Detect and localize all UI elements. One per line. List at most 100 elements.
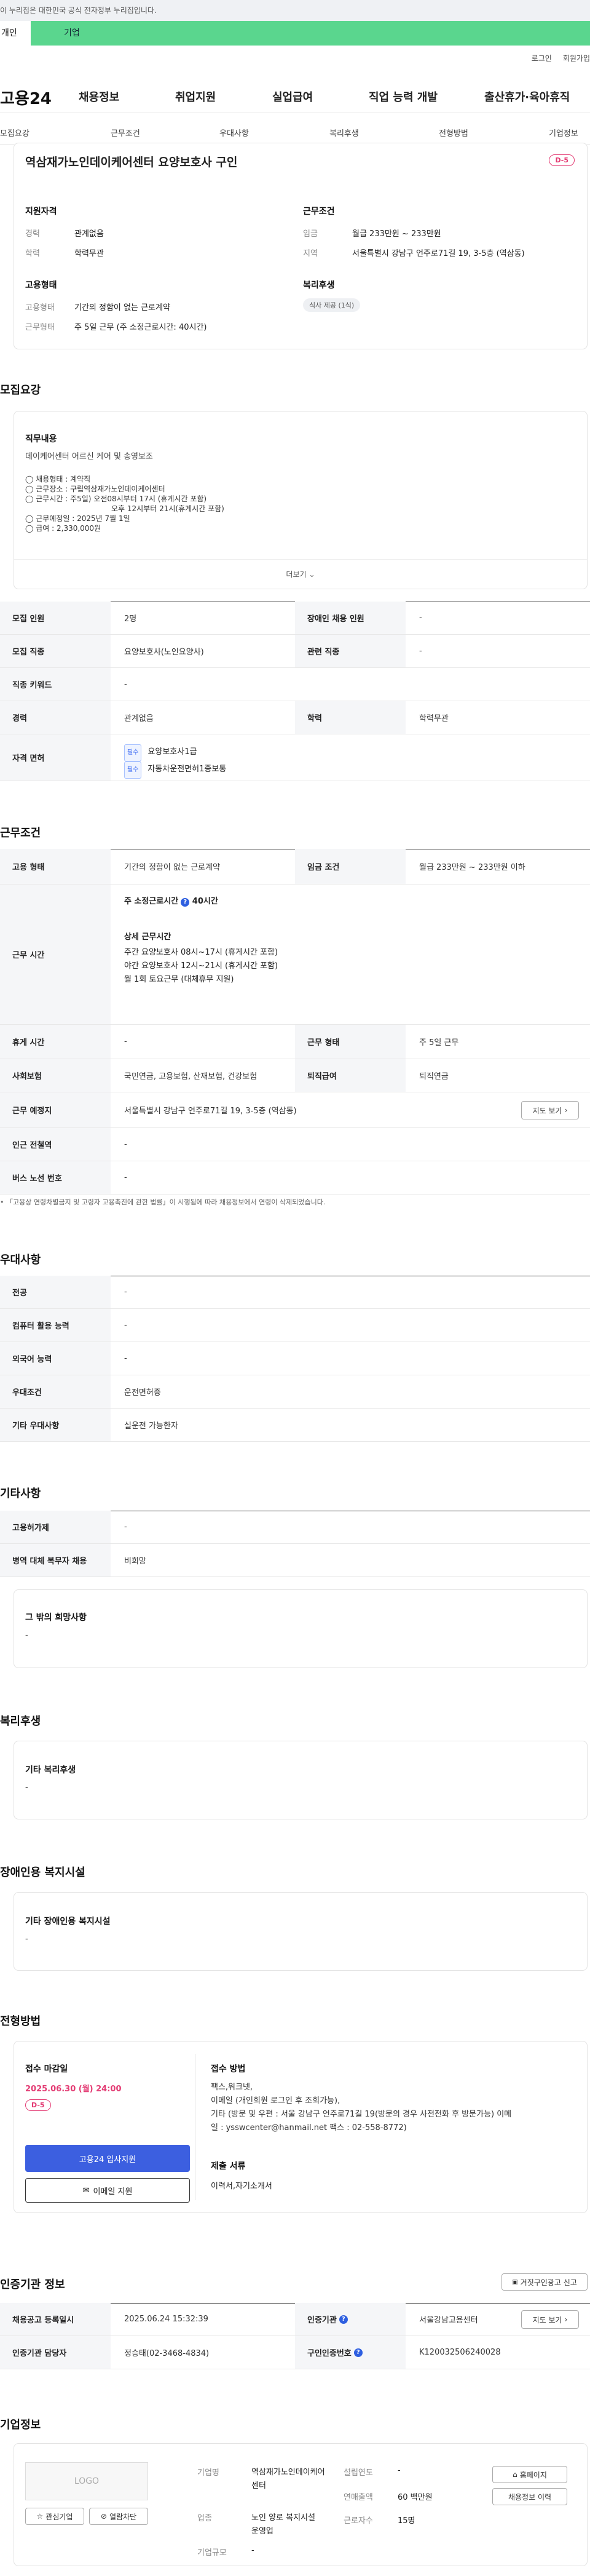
company-name-value: 역삼재가노인데이케어센터 [251, 2468, 325, 2491]
bus-label: 버스 노선 번호 [0, 1161, 111, 1194]
email-apply-label: 이메일 지원 [93, 2187, 133, 2196]
map-label: 지도 보기 [532, 1106, 562, 1115]
anchor-benefit[interactable]: 복리후생 [329, 127, 359, 138]
etc-row-army: 병역 대체 복무자 채용 비희망 [0, 1544, 590, 1577]
mgr-label: 인증기관 담당자 [0, 2336, 111, 2369]
map-button[interactable]: 지도 보기 › [521, 1101, 579, 1119]
login-link[interactable]: 로그인 [532, 54, 552, 63]
cert-no-label: 구인인증번호? [295, 2336, 406, 2369]
ins-value: 국민연금, 고용보험, 산재보험, 건강보험 [124, 1072, 258, 1081]
method-heading: 접수 방법 [211, 2064, 246, 2074]
mgr-value: 정승태(02-3468-4834) [124, 2349, 210, 2358]
auth-map-button[interactable]: 지도 보기 › [521, 2310, 579, 2329]
sales-label: 연매출액 [344, 2493, 373, 2502]
email-apply-button[interactable]: ✉ 이메일 지원 [25, 2178, 190, 2203]
job-label: 모집 직종 [0, 635, 111, 667]
chevron-right-icon: › [564, 1106, 568, 1115]
anchor-selection[interactable]: 전형방법 [439, 127, 468, 138]
docs-value: 이력서,자기소개서 [211, 2182, 272, 2191]
tab-company[interactable]: 기업 [64, 21, 80, 46]
apply-button[interactable]: 고용24 입사지원 [25, 2145, 190, 2172]
job-history-button[interactable]: 채용정보 이력 [492, 2488, 567, 2505]
emp-type-value: 기간의 정함이 없는 근로계약 [74, 303, 170, 312]
scale-label: 기업규모 [197, 2548, 227, 2558]
year-label: 설립연도 [344, 2468, 373, 2478]
gnb-menu-parental[interactable]: 출산휴가·육아휴직 [484, 89, 570, 105]
selection-divider [195, 2054, 196, 2200]
major-value: - [124, 1287, 127, 1297]
company-card: LOGO ☆ 관심기업 ⊘ 열람차단 기업명 역삼재가노인데이케어센터 설립연도 -… [14, 2443, 588, 2566]
method-line: 기타 (방문 및 우편 : 서울 강남구 언주로71길 19(방문의 경우 사전… [211, 2110, 512, 2119]
etc-row-permit: 고용허가제 - [0, 1511, 590, 1544]
gnb-menu-training[interactable]: 직업 능력 개발 [369, 89, 438, 105]
util-links: 로그인 회원가입 [521, 53, 590, 63]
bus-value: - [124, 1173, 127, 1182]
dday-badge: D-5 [549, 154, 575, 166]
homepage-button[interactable]: ⌂ 홈페이지 [492, 2466, 567, 2483]
gnb-menu-employment-support[interactable]: 취업지원 [175, 89, 216, 105]
site-logo[interactable]: 고용24 [0, 86, 52, 109]
user-tabs: 개인 기업 [0, 21, 590, 46]
loc-label: 지역 [303, 249, 318, 258]
method-line: 일 : ysswcenter@hanmail.net 팩스 : 02-558-8… [211, 2123, 407, 2133]
global-nav: 고용24 채용정보 취업지원 실업급여 직업 능력 개발 출산휴가·육아휴직 [0, 79, 590, 113]
detail-line: 월 1회 토요근무 (대체휴무 지원) [124, 975, 234, 984]
sev-value: 퇴직연금 [419, 1072, 449, 1081]
summary-card: 역삼재가노인데이케어센터 요양보호사 구인 D-5 지원자격 경력 관계없음 학… [14, 143, 588, 349]
other-card: 그 밖의 희망사항 - [14, 1589, 588, 1668]
reg-label: 채용공고 등록일시 [0, 2303, 111, 2335]
fav-company-button[interactable]: ☆ 관심기업 [25, 2508, 84, 2525]
edu-label: 학력 [295, 701, 406, 734]
emp-hours-label: 근무형태 [25, 323, 55, 332]
block-button[interactable]: ⊘ 열람차단 [89, 2508, 148, 2525]
recruit-row-count: 모집 인원 2명 장애인 채용 인원 - [0, 602, 590, 635]
pref-row-etc: 기타 우대사항 실운전 가능한자 [0, 1409, 590, 1442]
tab-personal[interactable]: 개인 [0, 21, 31, 46]
selection-dday-badge: D-5 [25, 2099, 51, 2111]
report-label: 거짓구인광고 신고 [520, 2278, 577, 2287]
duty-desc: 데이케어센터 어르신 케어 및 송영보조 [25, 452, 153, 461]
company-heading: 기업정보 [0, 2419, 41, 2431]
weekly-value: 40시간 [192, 897, 218, 906]
loc-value: 서울특별시 강남구 언주로71길 19, 3-5층 (역삼동) [352, 249, 525, 258]
anchor-work[interactable]: 근무조건 [111, 127, 140, 138]
job-title: 역삼재가노인데이케어센터 요양보호사 구인 [25, 156, 238, 169]
required-badge: 필수 [124, 744, 142, 761]
help-icon[interactable]: ? [339, 2315, 348, 2324]
docs-heading: 제출 서류 [211, 2161, 246, 2171]
pref-etc-value: 실운전 가능한자 [124, 1421, 178, 1431]
age-note-text: 「고용상 연령차별금지 및 고령자 고용촉진에 관한 법률」이 시행됨에 따라 … [6, 1198, 326, 1206]
block-label: 열람차단 [109, 2512, 137, 2521]
lang-label: 외국어 능력 [0, 1342, 111, 1375]
year-value: - [398, 2466, 401, 2475]
anchor-company[interactable]: 기업정보 [549, 127, 578, 138]
benefit-value: - [25, 1783, 28, 1792]
more-button[interactable]: 더보기 ⌄ [14, 559, 587, 589]
report-button[interactable]: ▣ 거짓구인광고 신고 [502, 2273, 588, 2291]
fav-label: 관심기업 [45, 2512, 73, 2521]
anchor-pref[interactable]: 우대사항 [219, 127, 249, 138]
weekly-hours: 주 소정근로시간? 40시간 [124, 894, 218, 907]
emp-count-label: 근로자수 [344, 2516, 373, 2526]
anchor-recruit[interactable]: 모집요강 [0, 127, 30, 138]
help-icon[interactable]: ? [353, 2348, 363, 2357]
other-heading: 그 밖의 희망사항 [25, 1613, 87, 1623]
disabled-fac-card: 기타 장애인용 복지시설 - [14, 1892, 588, 1971]
age-note: • 「고용상 연령차별금지 및 고령자 고용촉진에 관한 법률」이 시행됨에 따… [0, 1198, 326, 1206]
station-label: 인근 전철역 [0, 1128, 111, 1161]
welfare-heading: 복리후생 [303, 280, 335, 290]
gnb-menu-unemployment[interactable]: 실업급여 [272, 89, 313, 105]
scale-value: - [251, 2546, 254, 2555]
job-value: 요양보호사(노인요양사) [124, 648, 204, 657]
join-link[interactable]: 회원가입 [563, 54, 590, 63]
pref-row-major: 전공 - [0, 1276, 590, 1309]
help-icon[interactable]: ? [181, 898, 190, 907]
emp-heading: 고용형태 [25, 280, 57, 290]
selection-heading: 전형방법 [0, 2015, 41, 2028]
license-label: 자격 면허 [0, 734, 111, 781]
career-label: 경력 [25, 229, 40, 239]
duty-line: ◯ 근무장소 : 구립역삼재가노인데이케어센터 [25, 485, 165, 493]
gnb-menu-jobs[interactable]: 채용정보 [79, 89, 119, 105]
emp-type-label: 고용형태 [25, 303, 55, 312]
work-heading: 근무조건 [0, 827, 41, 840]
